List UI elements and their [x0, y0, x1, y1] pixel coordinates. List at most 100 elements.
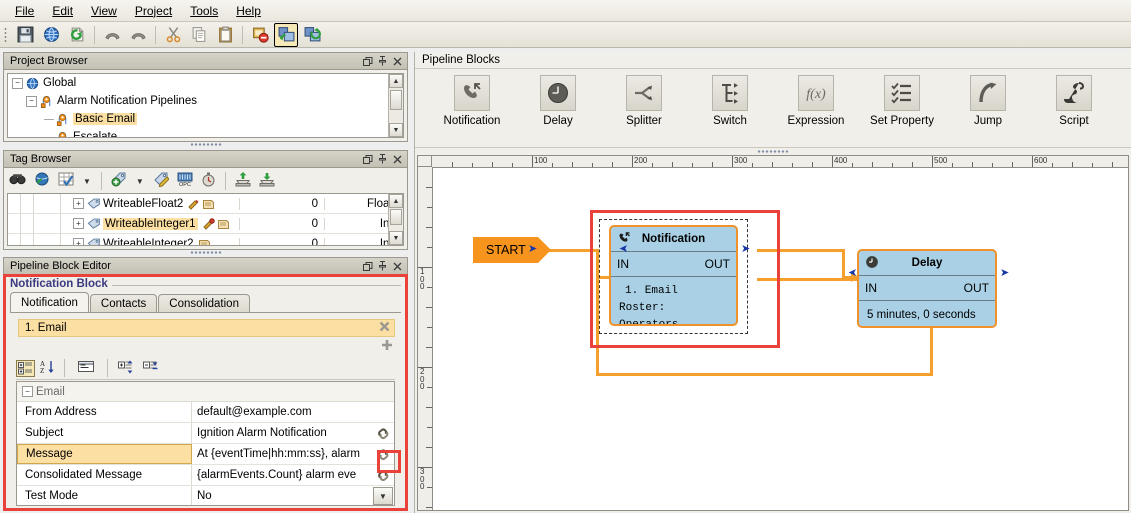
tree-item-escalate[interactable]: Escalate [8, 128, 403, 138]
binding-button[interactable] [372, 469, 394, 482]
block-in-label[interactable]: IN [617, 257, 629, 271]
toolbar-drag-handle[interactable] [2, 26, 9, 44]
property-grid[interactable]: − Email From Address default@example.com… [16, 381, 395, 506]
edit-tag-button[interactable] [150, 172, 172, 190]
expand-collapse-icon[interactable]: + [73, 238, 84, 246]
menu-view[interactable]: View [82, 2, 126, 20]
preview-mode-button[interactable] [274, 23, 298, 47]
scroll-down-arrow[interactable]: ▼ [389, 231, 403, 245]
table-row[interactable]: + WriteableInteger2 0 Int4 [8, 234, 403, 246]
save-button[interactable] [13, 23, 37, 47]
scroll-up-arrow[interactable]: ▲ [389, 74, 403, 88]
tree-item-basic-email[interactable]: Basic Email [8, 110, 403, 128]
palette-item-splitter[interactable]: Splitter [613, 75, 675, 127]
delay-output-port[interactable]: ➤ [1000, 266, 1009, 279]
expand-collapse-icon[interactable]: + [73, 198, 84, 209]
find-tag-button[interactable] [6, 172, 29, 190]
tag-name-cell[interactable]: + WriteableInteger2 [61, 238, 239, 247]
tag-history-button[interactable] [198, 172, 219, 190]
globe-button[interactable] [39, 23, 63, 47]
property-row[interactable]: Consolidated Message {alarmEvents.Count}… [17, 465, 394, 486]
table-row[interactable]: + WriteableFloat2 0 Float4 [8, 194, 403, 214]
palette-item-switch[interactable]: Switch [699, 75, 761, 127]
undo-button[interactable] [100, 23, 124, 47]
disable-comm-button[interactable] [248, 23, 272, 47]
scrollbar-thumb[interactable] [390, 209, 402, 225]
splitter-palette-canvas[interactable] [415, 148, 1131, 154]
categorized-view-button[interactable] [16, 360, 35, 377]
palette-item-set-property[interactable]: Set Property [871, 75, 933, 127]
notification-call-entry[interactable]: 1. Email [18, 319, 395, 337]
pin-icon[interactable] [376, 153, 389, 166]
binding-button[interactable] [372, 427, 394, 440]
pin-icon[interactable] [376, 55, 389, 68]
redo-button[interactable] [126, 23, 150, 47]
table-row[interactable]: + WriteableInteger1 0 Int4 [8, 214, 403, 234]
add-call-button[interactable] [381, 339, 395, 353]
tag-grid-button[interactable] [55, 172, 77, 190]
property-value[interactable]: default@example.com [192, 406, 394, 418]
property-value[interactable]: Ignition Alarm Notification [192, 427, 372, 439]
menu-tools[interactable]: Tools [181, 2, 227, 20]
binding-button[interactable] [372, 448, 394, 461]
test-mode-dropdown-arrow[interactable]: ▼ [373, 487, 393, 505]
project-tree[interactable]: − Global − Alarm Notification Pipelines … [7, 73, 404, 138]
scroll-up-arrow[interactable]: ▲ [389, 194, 403, 208]
property-row[interactable]: Subject Ignition Alarm Notification [17, 423, 394, 444]
palette-item-delay[interactable]: Delay [527, 75, 589, 127]
tag-grid-dropdown[interactable]: ▼ [79, 177, 95, 186]
tree-item-global[interactable]: − Global [8, 74, 403, 92]
tag-name-cell[interactable]: + WriteableFloat2 [61, 198, 239, 210]
tag-table-scrollbar[interactable]: ▲ ▼ [388, 194, 403, 245]
opc-button[interactable]: OPC [174, 172, 196, 190]
tab-consolidation[interactable]: Consolidation [158, 294, 250, 313]
close-icon[interactable] [391, 153, 404, 166]
property-value[interactable]: No [192, 490, 373, 502]
palette-item-expression[interactable]: f(x) Expression [785, 75, 847, 127]
expand-collapse-icon[interactable]: − [26, 96, 37, 107]
project-tree-scrollbar[interactable]: ▲ ▼ [388, 74, 403, 137]
paste-button[interactable] [213, 23, 237, 47]
property-row[interactable]: From Address default@example.com [17, 402, 394, 423]
new-tag-dropdown[interactable]: ▼ [132, 177, 148, 186]
pipeline-stage[interactable]: START ➤ Notification IN OUT [433, 168, 1128, 510]
refresh-page-button[interactable] [65, 23, 89, 47]
menu-edit[interactable]: Edit [43, 2, 82, 20]
close-icon[interactable] [391, 55, 404, 68]
palette-item-jump[interactable]: Jump [957, 75, 1019, 127]
palette-item-notification[interactable]: Notification [441, 75, 503, 127]
expand-collapse-icon[interactable]: − [12, 78, 23, 89]
property-value[interactable]: {alarmEvents.Count} alarm eve [192, 469, 372, 481]
import-tags-button[interactable] [232, 172, 254, 190]
scrollbar-thumb[interactable] [390, 90, 402, 110]
expand-all-button[interactable] [115, 360, 137, 377]
splitter-tag-editor[interactable] [3, 250, 408, 255]
update-project-button[interactable] [300, 23, 324, 47]
float-icon[interactable] [361, 55, 374, 68]
float-icon[interactable] [361, 260, 374, 273]
canvas-block-delay[interactable]: Delay IN OUT 5 minutes, 0 seconds [857, 249, 997, 328]
menu-file[interactable]: File [6, 2, 43, 20]
cut-button[interactable] [161, 23, 185, 47]
block-out-label[interactable]: OUT [964, 281, 989, 295]
close-icon[interactable] [391, 260, 404, 273]
notification-input-port[interactable]: ➤ [619, 242, 628, 255]
property-row[interactable]: Message At {eventTime|hh:mm:ss}, alarm [17, 444, 394, 465]
block-in-label[interactable]: IN [865, 281, 877, 295]
expand-collapse-icon[interactable]: − [22, 386, 33, 397]
browse-tags-button[interactable] [31, 172, 53, 190]
remove-call-button[interactable] [379, 321, 390, 335]
pipeline-canvas[interactable]: 100 200 300 400 [417, 155, 1129, 511]
tag-name-cell[interactable]: + WriteableInteger1 [61, 218, 239, 230]
menu-help[interactable]: Help [227, 2, 270, 20]
tree-item-alarm-notification-pipelines[interactable]: − Alarm Notification Pipelines [8, 92, 403, 110]
new-tag-button[interactable] [108, 172, 130, 190]
collapse-all-button[interactable] [140, 360, 162, 377]
menu-project[interactable]: Project [126, 2, 181, 20]
scroll-down-arrow[interactable]: ▼ [389, 123, 403, 137]
delay-input-port[interactable]: ➤ [848, 266, 857, 279]
copy-button[interactable] [187, 23, 211, 47]
alphabetic-sort-button[interactable]: AZ [38, 360, 57, 377]
start-output-port[interactable]: ➤ [528, 242, 537, 255]
expand-collapse-icon[interactable]: + [73, 218, 84, 229]
